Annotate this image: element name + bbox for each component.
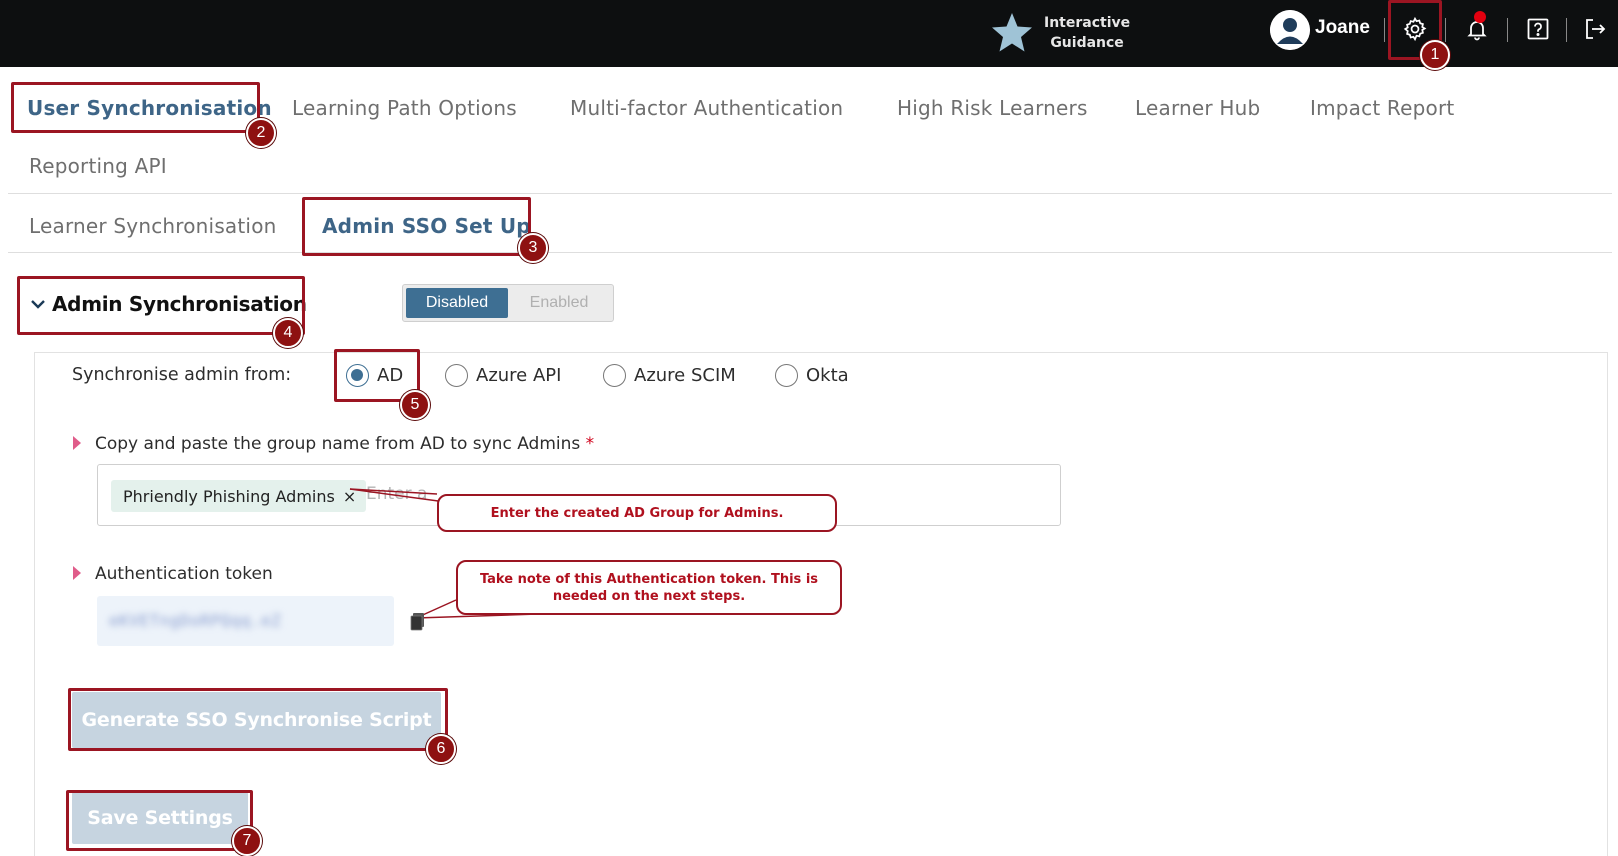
callout-group: Enter the created AD Group for Admins. bbox=[437, 494, 837, 532]
auth-token-field[interactable]: eKVETngDoRPQqq.eZ bbox=[97, 596, 394, 646]
step-badge: 3 bbox=[518, 233, 548, 263]
step-badge: 6 bbox=[426, 734, 456, 764]
step-badge: 2 bbox=[246, 118, 276, 148]
auth-token-label: Authentication token bbox=[95, 564, 273, 584]
callout-token: Take note of this Authentication token. … bbox=[456, 560, 842, 615]
step-badge: 1 bbox=[1420, 40, 1450, 70]
step-badge: 5 bbox=[400, 390, 430, 420]
step-badge: 4 bbox=[273, 318, 303, 348]
step-badge: 7 bbox=[232, 826, 262, 856]
save-settings-button[interactable]: Save Settings bbox=[72, 792, 248, 844]
copy-icon[interactable] bbox=[410, 612, 426, 632]
caret-right-icon bbox=[73, 566, 81, 580]
auth-token-value: eKVETngDoRPQqq.eZ bbox=[109, 611, 282, 630]
generate-script-button[interactable]: Generate SSO Synchronise Script bbox=[72, 692, 441, 748]
